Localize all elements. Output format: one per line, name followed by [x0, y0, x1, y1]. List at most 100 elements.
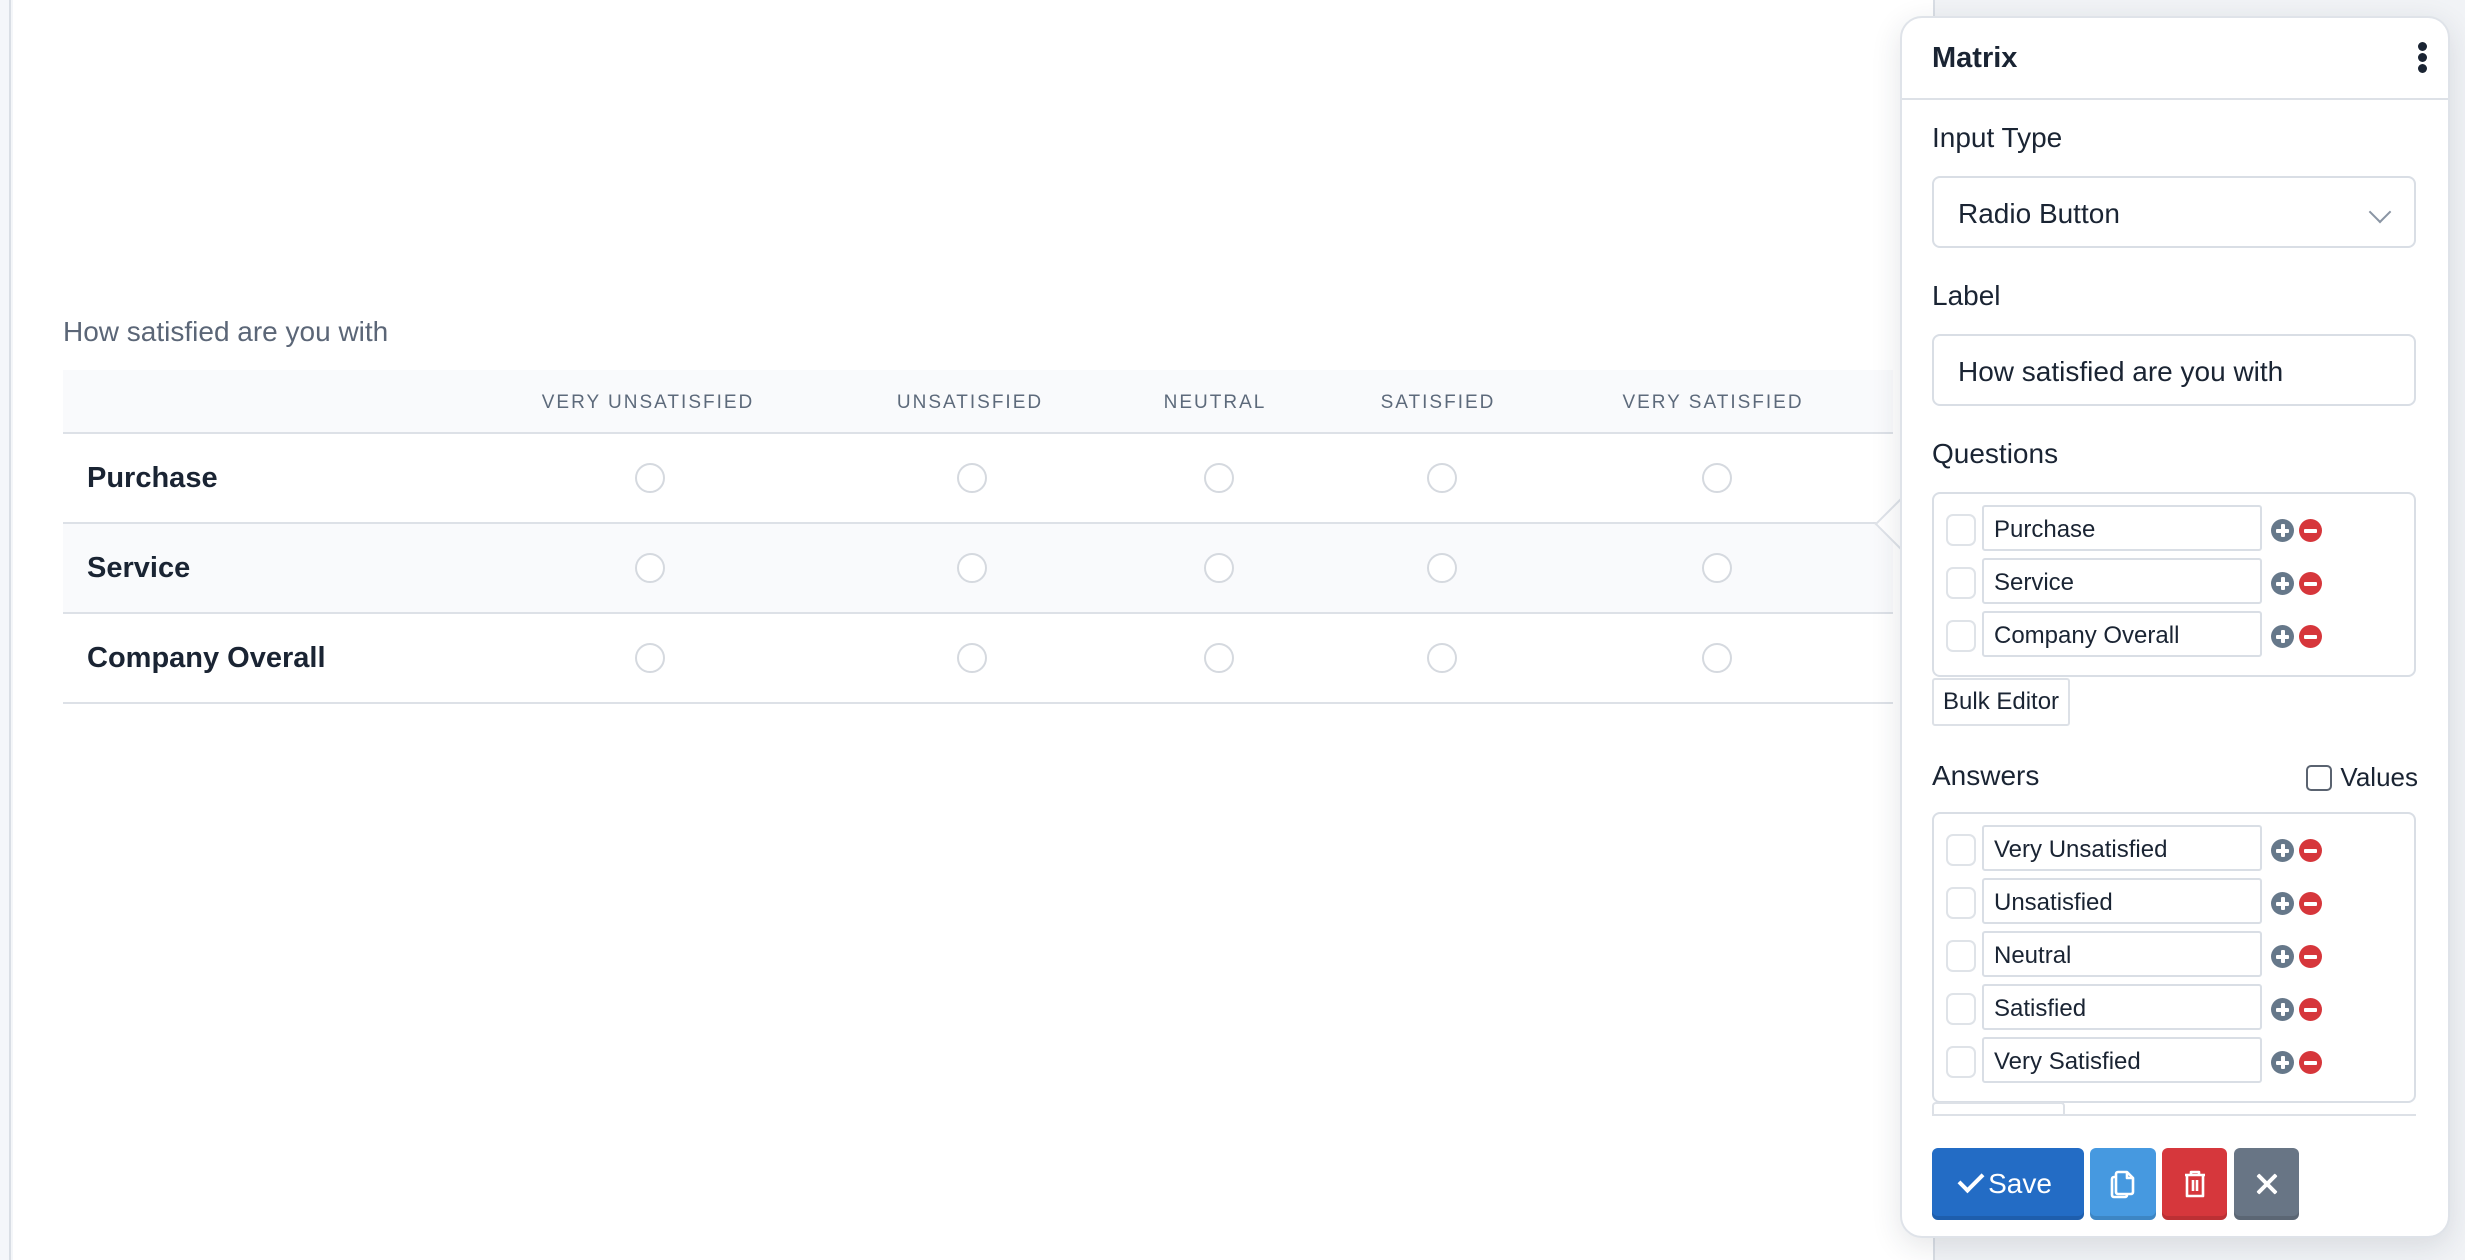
- question-checkbox[interactable]: [1946, 567, 1976, 599]
- matrix-preview: VERY UNSATISFIED UNSATISFIED NEUTRAL SAT…: [63, 370, 1893, 704]
- answer-checkbox[interactable]: [1946, 993, 1976, 1025]
- radio-option[interactable]: [1204, 643, 1234, 673]
- answers-label: Answers: [1932, 760, 2040, 791]
- add-icon[interactable]: [2271, 625, 2294, 648]
- matrix-question-label: How satisfied are you with: [63, 316, 389, 347]
- radio-option[interactable]: [635, 463, 665, 493]
- radio-option[interactable]: [957, 553, 987, 583]
- answer-item: Very Unsatisfied: [1934, 825, 2414, 877]
- question-input[interactable]: Service: [1982, 558, 2262, 604]
- row-label: Service: [87, 552, 191, 584]
- column-header: VERY SATISFIED: [1622, 392, 1804, 413]
- input-type-select[interactable]: Radio Button: [1932, 176, 2416, 248]
- matrix-row: Company Overall: [63, 614, 1893, 704]
- matrix-row: Purchase: [63, 434, 1893, 524]
- delete-button[interactable]: [2162, 1148, 2227, 1220]
- answers-bulk-editor-button[interactable]: [1932, 1102, 2065, 1114]
- trash-icon: [2184, 1170, 2205, 1198]
- left-gutter: [0, 0, 11, 1260]
- questions-label: Questions: [1932, 438, 2059, 469]
- matrix-row: Service: [63, 524, 1893, 614]
- radio-option[interactable]: [1702, 553, 1732, 583]
- radio-option[interactable]: [957, 463, 987, 493]
- label-input[interactable]: How satisfied are you with: [1932, 334, 2416, 406]
- column-header: NEUTRAL: [1163, 392, 1267, 413]
- values-checkbox[interactable]: [2306, 764, 2333, 791]
- label-field-label: Label: [1932, 280, 2001, 311]
- close-button[interactable]: [2234, 1148, 2299, 1220]
- radio-option[interactable]: [957, 643, 987, 673]
- values-toggle[interactable]: Values: [2306, 762, 2418, 793]
- duplicate-button[interactable]: [2090, 1148, 2156, 1220]
- column-header: SATISFIED: [1380, 392, 1496, 413]
- check-icon: [1957, 1166, 1985, 1194]
- add-icon[interactable]: [2271, 1051, 2294, 1074]
- column-header: VERY UNSATISFIED: [541, 392, 755, 413]
- remove-icon[interactable]: [2299, 839, 2322, 862]
- remove-icon[interactable]: [2299, 519, 2322, 542]
- bulk-editor-button[interactable]: Bulk Editor: [1932, 678, 2071, 726]
- radio-option[interactable]: [635, 643, 665, 673]
- matrix-settings-panel: Matrix Input Type Radio Button Label How…: [1900, 16, 2450, 1238]
- answer-checkbox[interactable]: [1946, 1046, 1976, 1078]
- radio-option[interactable]: [1204, 463, 1234, 493]
- panel-header: Matrix: [1902, 18, 2448, 100]
- chevron-down-icon: [2368, 200, 2392, 224]
- question-input[interactable]: Purchase: [1982, 505, 2262, 551]
- add-icon[interactable]: [2271, 839, 2294, 862]
- radio-option[interactable]: [1427, 553, 1457, 583]
- save-label: Save: [1988, 1168, 2052, 1199]
- question-item: Company Overall: [1934, 611, 2414, 663]
- save-button[interactable]: Save: [1932, 1148, 2084, 1220]
- panel-title: Matrix: [1932, 42, 2018, 74]
- answer-checkbox[interactable]: [1946, 834, 1976, 866]
- question-checkbox[interactable]: [1946, 620, 1976, 652]
- radio-option[interactable]: [1427, 643, 1457, 673]
- radio-option[interactable]: [1702, 463, 1732, 493]
- remove-icon[interactable]: [2299, 892, 2322, 915]
- row-label: Company Overall: [87, 642, 326, 674]
- radio-option[interactable]: [1702, 643, 1732, 673]
- answer-item: Very Satisfied: [1934, 1037, 2414, 1089]
- input-type-label: Input Type: [1932, 122, 2063, 153]
- radio-option[interactable]: [1204, 553, 1234, 583]
- remove-icon[interactable]: [2299, 945, 2322, 968]
- values-label: Values: [2340, 762, 2418, 792]
- add-icon[interactable]: [2271, 945, 2294, 968]
- input-type-value: Radio Button: [1958, 198, 2120, 229]
- remove-icon[interactable]: [2299, 572, 2322, 595]
- answer-item: Neutral: [1934, 931, 2414, 983]
- add-icon[interactable]: [2271, 519, 2294, 542]
- panel-divider: [1932, 1114, 2416, 1116]
- copy-icon: [2110, 1170, 2135, 1199]
- column-header: UNSATISFIED: [896, 392, 1044, 413]
- question-input[interactable]: Company Overall: [1982, 611, 2262, 657]
- add-icon[interactable]: [2271, 572, 2294, 595]
- questions-list: Purchase Service Company Overall: [1932, 492, 2416, 677]
- remove-icon[interactable]: [2299, 998, 2322, 1021]
- answer-input[interactable]: Neutral: [1982, 931, 2262, 977]
- radio-option[interactable]: [635, 553, 665, 583]
- answer-item: Unsatisfied: [1934, 878, 2414, 930]
- add-icon[interactable]: [2271, 892, 2294, 915]
- answer-input[interactable]: Very Satisfied: [1982, 1037, 2262, 1083]
- radio-option[interactable]: [1427, 463, 1457, 493]
- answer-input[interactable]: Unsatisfied: [1982, 878, 2262, 924]
- question-item: Purchase: [1934, 505, 2414, 557]
- remove-icon[interactable]: [2299, 625, 2322, 648]
- answer-item: Satisfied: [1934, 984, 2414, 1036]
- answer-input[interactable]: Very Unsatisfied: [1982, 825, 2262, 871]
- question-item: Service: [1934, 558, 2414, 610]
- matrix-header-row: VERY UNSATISFIED UNSATISFIED NEUTRAL SAT…: [63, 370, 1893, 434]
- remove-icon[interactable]: [2299, 1051, 2322, 1074]
- answers-list: Very Unsatisfied Unsatisfied Neutral Sat…: [1932, 812, 2416, 1103]
- answer-checkbox[interactable]: [1946, 940, 1976, 972]
- form-canvas: How satisfied are you with VERY UNSATISF…: [13, 0, 1933, 1260]
- answer-checkbox[interactable]: [1946, 887, 1976, 919]
- question-checkbox[interactable]: [1946, 514, 1976, 546]
- add-icon[interactable]: [2271, 998, 2294, 1021]
- answer-input[interactable]: Satisfied: [1982, 984, 2262, 1030]
- row-label: Purchase: [87, 462, 218, 494]
- close-icon: [2256, 1173, 2278, 1195]
- kebab-vertical-icon[interactable]: [2412, 42, 2432, 78]
